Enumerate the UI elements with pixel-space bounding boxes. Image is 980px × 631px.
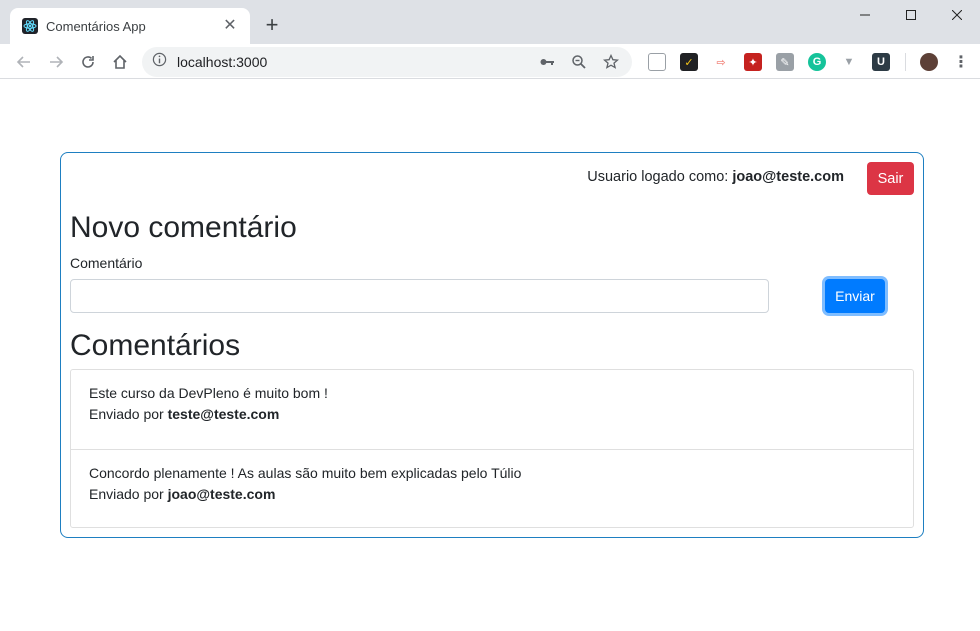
address-bar[interactable]: localhost:3000 — [142, 47, 632, 77]
url-text: localhost:3000 — [177, 54, 268, 70]
check-extension-icon[interactable]: ✓ — [680, 53, 698, 71]
reload-icon[interactable] — [76, 50, 100, 74]
zoom-out-icon[interactable] — [568, 51, 590, 73]
close-tab-icon[interactable]: ✕ — [220, 18, 240, 34]
comment-author: joao@teste.com — [167, 486, 276, 502]
comments-title: Comentários — [70, 329, 241, 362]
edit-extension-icon[interactable]: ✎ — [776, 53, 794, 71]
comments-card: Usuario logado como: joao@teste.com Sair… — [60, 152, 924, 538]
logged-user-prefix: Usuario logado como: — [587, 169, 729, 185]
grammarly-icon[interactable]: G — [808, 53, 826, 71]
back-icon[interactable] — [12, 50, 36, 74]
browser-tab[interactable]: Comentários App ✕ — [10, 8, 250, 44]
logged-user-line: Usuario logado como: joao@teste.com — [587, 169, 844, 185]
browser-toolbar: localhost:3000 ✓ ⇨ ✦ ✎ G ▼ U ⋮ — [0, 44, 980, 79]
vue-devtools-icon[interactable]: ▼ — [840, 53, 858, 71]
key-icon[interactable] — [536, 51, 558, 73]
new-tab-icon[interactable]: + — [260, 14, 284, 38]
minimize-icon[interactable] — [842, 0, 888, 30]
toolbar-divider — [905, 53, 906, 71]
list-item: Este curso da DevPleno é muito bom ! Env… — [71, 370, 913, 449]
arrow-extension-icon[interactable]: ⇨ — [712, 53, 730, 71]
new-comment-title: Novo comentário — [70, 211, 297, 244]
list-item: Concordo plenamente ! As aulas são muito… — [71, 449, 913, 528]
sent-by-label: Enviado por — [89, 406, 164, 422]
comment-meta: Enviado por teste@teste.com — [89, 404, 895, 425]
maximize-icon[interactable] — [888, 0, 934, 30]
forward-icon[interactable] — [44, 50, 68, 74]
comment-meta: Enviado por joao@teste.com — [89, 484, 895, 505]
submit-button[interactable]: Enviar — [825, 279, 885, 313]
avatar[interactable] — [920, 53, 938, 71]
react-icon — [22, 18, 38, 34]
cube-extension-icon[interactable] — [648, 53, 666, 71]
close-window-icon[interactable] — [934, 0, 980, 30]
sent-by-label: Enviado por — [89, 486, 164, 502]
comments-list: Este curso da DevPleno é muito bom ! Env… — [70, 369, 914, 528]
comment-text: Concordo plenamente ! As aulas são muito… — [89, 465, 522, 481]
comment-author: teste@teste.com — [167, 406, 280, 422]
comment-label: Comentário — [70, 255, 143, 271]
comment-text: Este curso da DevPleno é muito bom ! — [89, 385, 328, 401]
star-icon[interactable] — [600, 51, 622, 73]
logged-user-email: joao@teste.com — [732, 169, 844, 185]
dark-extension-icon[interactable]: U — [872, 53, 890, 71]
info-icon[interactable] — [152, 52, 167, 72]
comment-input[interactable] — [70, 279, 769, 313]
window-controls — [842, 0, 980, 30]
logout-button[interactable]: Sair — [867, 162, 914, 195]
menu-icon[interactable]: ⋮ — [952, 53, 970, 71]
browser-tabbar: Comentários App ✕ + — [0, 0, 980, 44]
tab-title: Comentários App — [46, 18, 146, 34]
red-extension-icon[interactable]: ✦ — [744, 53, 762, 71]
home-icon[interactable] — [108, 50, 132, 74]
